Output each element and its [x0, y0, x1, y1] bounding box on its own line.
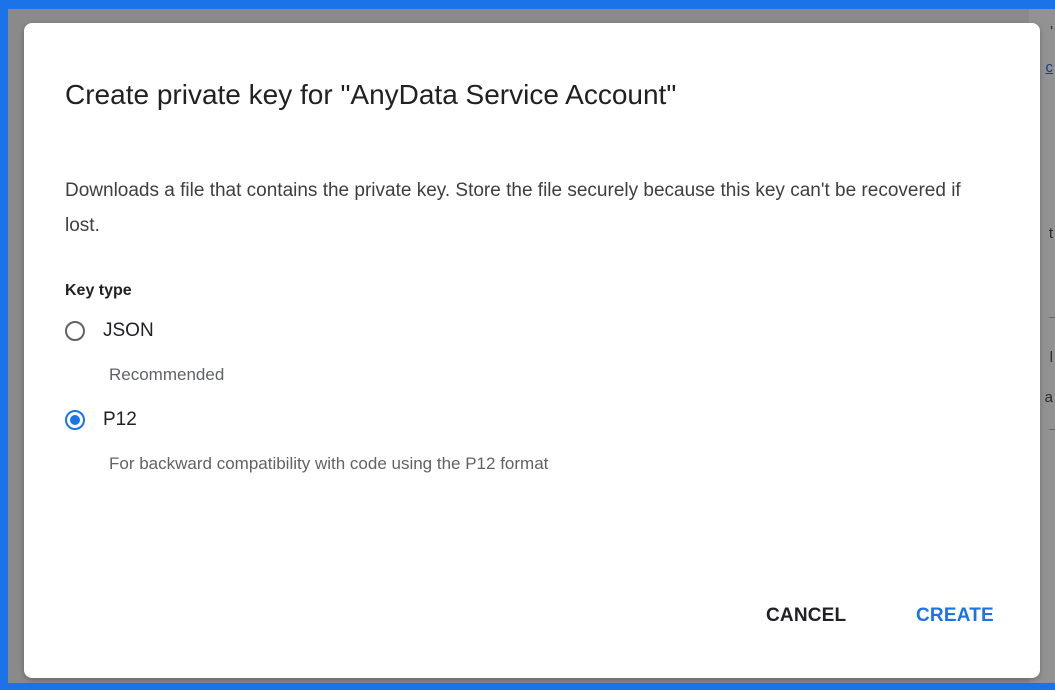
background-fragment: l: [1049, 349, 1053, 366]
dialog-title: Create private key for "AnyData Service …: [65, 79, 677, 110]
key-type-label: Key type: [65, 282, 132, 299]
background-divider: [1049, 429, 1055, 430]
option-label-json: JSON: [103, 320, 154, 341]
create-private-key-dialog: Create private key for "AnyData Service …: [24, 23, 1040, 678]
dialog-description: Downloads a file that contains the priva…: [65, 180, 961, 236]
radio-unchecked-icon[interactable]: [65, 321, 85, 341]
option-hint-json: Recommended: [109, 365, 225, 384]
create-button[interactable]: CREATE: [908, 599, 1002, 633]
background-fragment: t: [1048, 225, 1053, 242]
cancel-button[interactable]: CANCEL: [758, 599, 854, 633]
background-link-fragment: c: [1045, 59, 1054, 76]
background-divider: [1049, 317, 1055, 318]
radio-checked-icon[interactable]: [65, 410, 85, 430]
background-fragment: a: [1044, 389, 1053, 406]
key-type-option-json[interactable]: JSON: [65, 320, 154, 342]
key-type-option-p12[interactable]: P12: [65, 409, 137, 431]
option-hint-p12: For backward compatibility with code usi…: [109, 454, 549, 473]
background-fragment: ': [1050, 23, 1053, 40]
option-label-p12: P12: [103, 409, 137, 430]
